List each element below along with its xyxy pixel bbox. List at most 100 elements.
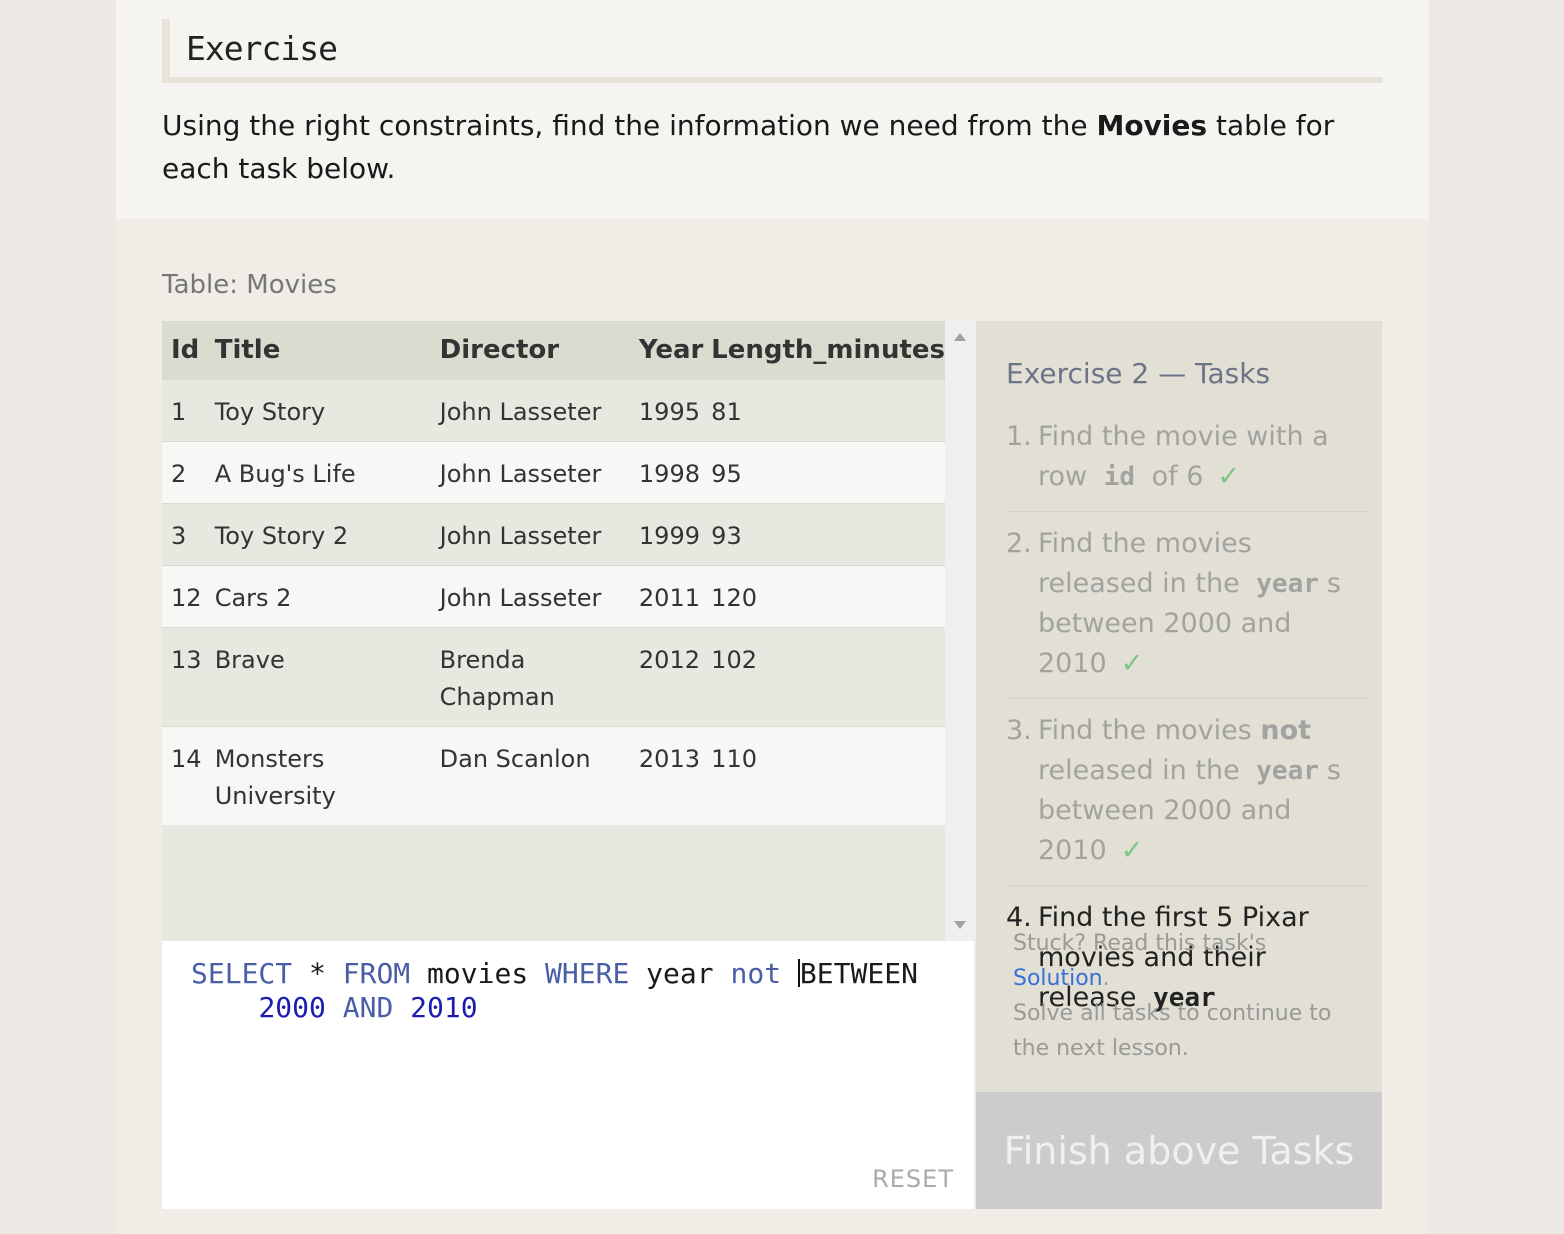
sql-number: 2010 <box>410 991 478 1024</box>
sql-keyword: FROM <box>342 957 411 990</box>
cell-length: 120 <box>711 565 945 628</box>
task-text: released in the <box>1038 755 1249 786</box>
column-header-id: Id <box>162 321 215 380</box>
check-icon: ✓ <box>1120 835 1144 866</box>
sql-token: BETWEEN <box>799 957 918 990</box>
cell-director: John Lasseter <box>439 503 639 566</box>
cell-id: 1 <box>162 379 215 442</box>
table-scrollbar[interactable] <box>945 321 974 941</box>
sql-keyword: AND <box>342 991 394 1024</box>
cell-id: 3 <box>162 503 215 566</box>
table-row: 2 A Bug's Life John Lasseter 1998 95 <box>162 441 945 504</box>
tasks-panel: Exercise 2 — Tasks 1. Find the movie wit… <box>976 321 1382 1092</box>
finish-tasks-button[interactable]: Finish above Tasks <box>976 1092 1382 1209</box>
exercise-instructions: Using the right constraints, find the in… <box>162 104 1372 190</box>
cell-title: A Bug's Life <box>214 441 440 504</box>
cell-length: 95 <box>711 441 945 504</box>
cell-director: John Lasseter <box>439 379 639 442</box>
scroll-down-arrow-icon[interactable] <box>954 921 966 929</box>
tasks-title: Exercise 2 — Tasks <box>1006 357 1271 390</box>
sql-keyword: SELECT <box>191 957 293 990</box>
check-icon: ✓ <box>1120 648 1144 679</box>
cell-title: Monsters University <box>214 726 440 825</box>
task-number: 3. <box>1006 715 1032 746</box>
cell-length: 93 <box>711 503 945 566</box>
check-icon: ✓ <box>1217 461 1241 492</box>
cell-length: 81 <box>711 379 945 442</box>
task-text: Find the movies <box>1038 715 1261 746</box>
sql-token: year <box>629 957 731 990</box>
cell-title: Toy Story 2 <box>214 503 440 566</box>
column-header-title: Title <box>214 321 440 380</box>
table-header-row: Id Title Director Year Length_minutes <box>162 321 945 380</box>
task-text: of 6 <box>1143 461 1204 492</box>
sql-number: 2000 <box>258 991 326 1024</box>
lesson-page: Exercise Using the right constraints, fi… <box>116 0 1429 1234</box>
cell-year: 1998 <box>638 441 712 504</box>
sql-line-1: SELECT * FROM movies WHERE year not BETW… <box>191 957 918 991</box>
cell-director: John Lasseter <box>439 441 639 504</box>
cell-id: 12 <box>162 565 215 628</box>
solve-note: Solve all tasks to continue to the next … <box>1013 1001 1332 1061</box>
table-row: 13 Brave Brenda Chapman 2012 102 <box>162 627 945 727</box>
cell-year: 1995 <box>638 379 712 442</box>
column-header-year: Year <box>638 321 712 380</box>
table-row: 14 Monsters University Dan Scanlon 2013 … <box>162 726 945 825</box>
cell-year: 1999 <box>638 503 712 566</box>
scroll-up-arrow-icon[interactable] <box>954 333 966 341</box>
exercise-heading: Exercise <box>162 19 1383 83</box>
column-header-director: Director <box>439 321 639 380</box>
sql-token: * <box>292 957 343 990</box>
movies-table: Id Title Director Year Length_minutes 1 … <box>162 321 945 825</box>
sql-editor[interactable]: SELECT * FROM movies WHERE year not BETW… <box>162 941 974 1209</box>
exercise-intro: Exercise Using the right constraints, fi… <box>116 0 1429 219</box>
cell-length: 110 <box>711 726 945 825</box>
cell-id: 14 <box>162 726 215 825</box>
table-row: 12 Cars 2 John Lasseter 2011 120 <box>162 565 945 628</box>
table-row: 3 Toy Story 2 John Lasseter 1999 93 <box>162 503 945 566</box>
task-item-1: 1. Find the movie with a row id of 6 ✓ <box>1006 417 1368 512</box>
task-code: id <box>1103 462 1136 492</box>
task-number: 2. <box>1006 528 1032 559</box>
cell-director: Dan Scanlon <box>439 726 639 825</box>
cell-id: 2 <box>162 441 215 504</box>
task-number: 1. <box>1006 421 1032 452</box>
reset-button[interactable]: RESET <box>872 1165 954 1193</box>
instructions-table-name: Movies <box>1096 109 1208 142</box>
exercise-heading-text: Exercise <box>186 29 338 68</box>
task-text: Find the movies released in the <box>1038 528 1252 599</box>
cell-length: 102 <box>711 627 945 727</box>
stuck-text: Stuck? Read this task's <box>1013 931 1267 956</box>
movies-table-panel: Id Title Director Year Length_minutes 1 … <box>162 321 974 941</box>
cell-id: 13 <box>162 627 215 727</box>
solution-link[interactable]: Solution <box>1013 966 1103 991</box>
cell-title: Cars 2 <box>214 565 440 628</box>
cell-year: 2013 <box>638 726 712 825</box>
table-row: 1 Toy Story John Lasseter 1995 81 <box>162 379 945 442</box>
sql-line-2: 2000 AND 2010 <box>191 991 918 1025</box>
column-header-length: Length_minutes <box>711 321 945 380</box>
sql-keyword: not <box>730 957 782 990</box>
task-item-2: 2. Find the movies released in the year s… <box>1006 524 1368 699</box>
sql-query-code[interactable]: SELECT * FROM movies WHERE year not BETW… <box>191 957 918 1025</box>
task-emphasis: not <box>1260 715 1312 746</box>
task-code: year <box>1256 756 1319 786</box>
stuck-text-end: . <box>1102 966 1110 991</box>
sql-keyword: WHERE <box>545 957 630 990</box>
cell-director: John Lasseter <box>439 565 639 628</box>
help-note: Stuck? Read this task's Solution. Solve a… <box>1013 926 1343 1066</box>
task-code: year <box>1256 569 1319 599</box>
instructions-text: Using the right constraints, find the in… <box>162 109 1097 142</box>
cell-title: Toy Story <box>214 379 440 442</box>
cell-title: Brave <box>214 627 440 727</box>
cell-year: 2011 <box>638 565 712 628</box>
table-label: Table: Movies <box>162 270 337 300</box>
cell-director: Brenda Chapman <box>439 627 639 727</box>
cell-year: 2012 <box>638 627 712 727</box>
task-item-3: 3. Find the movies not released in the y… <box>1006 711 1368 886</box>
sql-token: movies <box>410 957 546 990</box>
